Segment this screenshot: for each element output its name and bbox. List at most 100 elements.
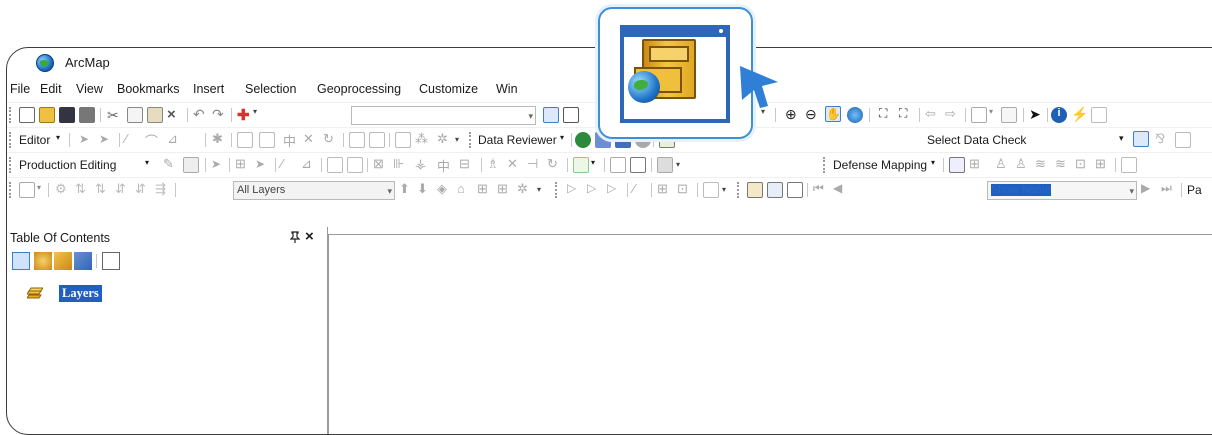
page-name-combo[interactable]: Show Name ▾ bbox=[987, 181, 1137, 200]
toolbar-grip[interactable] bbox=[9, 132, 12, 148]
cut-icon[interactable]: ✂ bbox=[107, 107, 123, 123]
step-icon[interactable]: ▷ bbox=[587, 181, 603, 197]
production-editing-menu[interactable]: Production Editing bbox=[19, 158, 116, 172]
print-icon[interactable] bbox=[79, 107, 95, 123]
full-extent-icon[interactable] bbox=[847, 107, 863, 123]
dm-tool-5-icon[interactable]: ⊡ bbox=[1075, 156, 1091, 172]
map-display[interactable] bbox=[328, 234, 1212, 434]
layer-order-2-icon[interactable]: ⇵ bbox=[135, 181, 151, 197]
layer-grid-2-icon[interactable]: ⊞ bbox=[497, 181, 513, 197]
pe-merge-icon[interactable] bbox=[327, 157, 343, 173]
clear-selection-icon[interactable] bbox=[1001, 107, 1017, 123]
chevron-down-icon[interactable]: ▾ bbox=[931, 158, 947, 174]
chevron-down-icon[interactable]: ▾ bbox=[145, 158, 161, 174]
layer-sort-icon[interactable]: ⇅ bbox=[95, 181, 111, 197]
options-icon[interactable] bbox=[102, 252, 120, 270]
menu-windows[interactable]: Win bbox=[496, 82, 518, 96]
menu-insert[interactable]: Insert bbox=[193, 82, 224, 96]
forward-icon[interactable]: ⇨ bbox=[945, 106, 961, 122]
chevron-down-icon[interactable]: ▾ bbox=[253, 107, 269, 123]
pe-densify-icon[interactable]: ⚶ bbox=[415, 156, 431, 172]
pe-copy-icon[interactable]: ♗ bbox=[487, 156, 503, 172]
toolbar-grip[interactable] bbox=[555, 182, 558, 198]
toolbar-grip[interactable] bbox=[823, 157, 826, 173]
edit-annotation-icon[interactable]: ➤ bbox=[99, 132, 115, 148]
validate-icon[interactable]: ⅋ bbox=[1155, 131, 1171, 147]
pencil-icon[interactable]: ✎ bbox=[163, 156, 179, 172]
toolbar-grip[interactable] bbox=[469, 132, 472, 148]
menu-edit[interactable]: Edit bbox=[40, 82, 62, 96]
menu-selection[interactable]: Selection bbox=[245, 82, 296, 96]
layer-order-icon[interactable]: ⇵ bbox=[115, 181, 131, 197]
dm-tool-7-icon[interactable] bbox=[1121, 157, 1137, 173]
undo-icon[interactable]: ↶ bbox=[193, 106, 209, 122]
layer-tool-icon[interactable] bbox=[19, 182, 35, 198]
edit-tool-icon[interactable]: ➤ bbox=[79, 132, 95, 148]
sketch-properties-icon[interactable] bbox=[369, 132, 385, 148]
list-by-visibility-icon[interactable] bbox=[54, 252, 72, 270]
new-document-icon[interactable] bbox=[19, 107, 35, 123]
layers-label[interactable]: Layers bbox=[59, 285, 102, 302]
dm-tool-4-icon[interactable]: ≋ bbox=[1055, 156, 1071, 172]
scale-combo[interactable]: ▾ bbox=[351, 106, 536, 125]
identify-icon[interactable]: i bbox=[1051, 107, 1067, 123]
split-icon[interactable]: ✱ bbox=[212, 131, 228, 147]
html-popup-icon[interactable] bbox=[1091, 107, 1107, 123]
pe-attributes-icon[interactable] bbox=[630, 157, 646, 173]
defense-mapping-menu[interactable]: Defense Mapping bbox=[833, 158, 927, 172]
construct-icon[interactable]: ⊿ bbox=[167, 131, 183, 147]
page-layout-icon[interactable] bbox=[747, 182, 763, 198]
toolbar-grip[interactable] bbox=[9, 107, 12, 123]
menu-view[interactable]: View bbox=[76, 82, 103, 96]
dm-tool-2-icon[interactable]: ♙ bbox=[1015, 156, 1031, 172]
pe-vertex-icon[interactable]: ⊞ bbox=[235, 156, 251, 172]
layer-combo[interactable]: All Layers ▾ bbox=[233, 181, 395, 200]
topology-icon[interactable]: ⁂ bbox=[415, 131, 431, 147]
pan-icon[interactable]: ✋ bbox=[825, 106, 841, 122]
chevron-down-icon[interactable]: ▾ bbox=[560, 133, 576, 149]
select-data-check[interactable]: Select Data Check bbox=[927, 133, 1026, 147]
first-page-icon[interactable]: ⏮ bbox=[813, 181, 829, 197]
layer-snowflake-icon[interactable]: ✲ bbox=[517, 181, 533, 197]
copy-icon[interactable] bbox=[127, 107, 143, 123]
step-back-icon[interactable]: ▷ bbox=[607, 181, 623, 197]
catalog-callout[interactable] bbox=[598, 7, 753, 139]
editor-menu[interactable]: Editor bbox=[19, 133, 50, 147]
layer-move-icon[interactable]: ⚙ bbox=[55, 181, 71, 197]
pe-annotation-icon[interactable]: ➤ bbox=[255, 157, 271, 173]
fixed-zoom-out-icon[interactable]: ⛶ bbox=[899, 106, 915, 122]
pe-polygon-icon[interactable]: ⊿ bbox=[301, 156, 317, 172]
layer-home-icon[interactable]: ⌂ bbox=[457, 181, 473, 197]
move-up-icon[interactable]: ⬆ bbox=[399, 181, 415, 197]
pe-delete-icon[interactable]: ✕ bbox=[507, 156, 523, 172]
next-page-icon[interactable]: ▶ bbox=[1141, 181, 1157, 197]
hyperlink-icon[interactable]: ⚡ bbox=[1071, 106, 1088, 122]
reviewer-session-icon[interactable] bbox=[575, 132, 591, 148]
pe-split-icon[interactable] bbox=[347, 157, 363, 173]
pe-line-icon[interactable]: ∕ bbox=[281, 156, 297, 172]
layer-add-icon[interactable]: ⇅ bbox=[75, 181, 91, 197]
pe-select-icon[interactable]: ➤ bbox=[211, 157, 227, 173]
split-tool-icon[interactable]: 中 bbox=[283, 131, 299, 149]
measure-2-icon[interactable]: ⊡ bbox=[677, 181, 693, 197]
list-by-selection-icon[interactable] bbox=[74, 252, 92, 270]
cut-polygons-icon[interactable] bbox=[259, 132, 275, 148]
delete-icon[interactable]: × bbox=[167, 106, 183, 123]
trace-icon[interactable]: ⌒ bbox=[145, 131, 161, 149]
dm-tool-3-icon[interactable]: ≋ bbox=[1035, 156, 1051, 172]
move-down-icon[interactable]: ⬇ bbox=[417, 181, 433, 197]
data-view-icon[interactable] bbox=[767, 182, 783, 198]
reshape-icon[interactable] bbox=[237, 132, 253, 148]
graph-icon[interactable] bbox=[703, 182, 719, 198]
measure-icon[interactable]: ⊞ bbox=[657, 181, 673, 197]
list-by-drawing-order-icon[interactable] bbox=[12, 252, 30, 270]
pe-rotate-icon[interactable]: ↻ bbox=[547, 156, 563, 172]
toolbar-grip[interactable] bbox=[9, 182, 12, 198]
pe-symbol-icon[interactable] bbox=[573, 157, 589, 173]
editor-toolbar-icon[interactable] bbox=[543, 107, 559, 123]
last-page-icon[interactable]: ⏭ bbox=[1161, 181, 1177, 197]
pe-generalize-icon[interactable]: ⊠ bbox=[373, 156, 389, 172]
list-by-source-icon[interactable] bbox=[34, 252, 52, 270]
overflow-icon[interactable]: ▾ bbox=[676, 160, 692, 176]
dm-tool-icon[interactable]: ♙ bbox=[995, 156, 1011, 172]
